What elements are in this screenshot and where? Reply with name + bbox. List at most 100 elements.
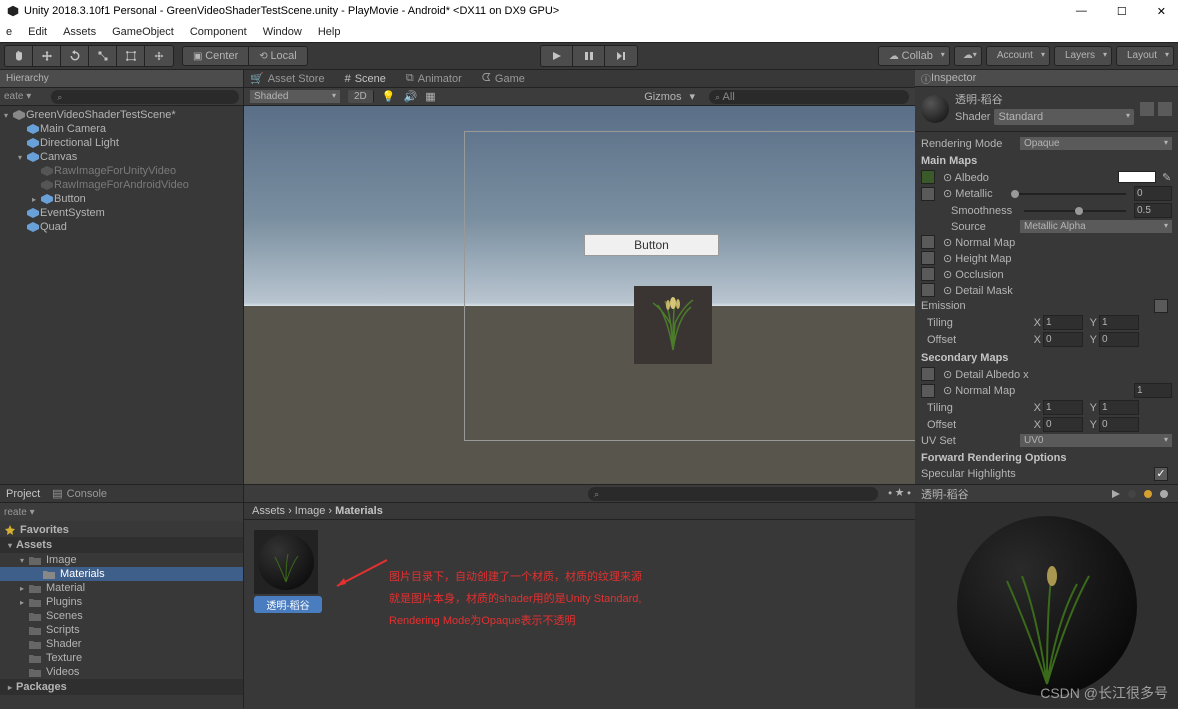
metallic-value[interactable] [1134,186,1172,201]
source-dropdown[interactable]: Metallic Alpha [1020,220,1172,233]
inspector-tab[interactable]: ⓘ Inspector [915,70,1178,87]
pause-button[interactable] [573,46,605,66]
layout-dropdown[interactable]: Layout [1116,46,1174,66]
2d-toggle[interactable]: 2D [348,90,374,103]
tree-rawimage2[interactable]: RawImageForAndroidVideo [0,178,243,192]
menu-file[interactable]: e [6,26,12,38]
tree-button[interactable]: ▸Button [0,192,243,206]
scene-search[interactable]: ⌕ All [709,90,909,104]
center-toggle[interactable]: ▣ Center [183,47,249,65]
folder-image[interactable]: ▾Image [0,553,243,567]
assets-header[interactable]: ▾Assets [0,537,243,553]
account-dropdown[interactable]: Account [986,46,1050,66]
rendering-mode-dropdown[interactable]: Opaque [1020,137,1172,150]
folder-scenes[interactable]: Scenes [0,609,243,623]
close-button[interactable]: ✕ [1151,5,1172,18]
albedo-texture[interactable] [921,170,935,184]
rotate-tool[interactable] [61,46,89,66]
move-tool[interactable] [33,46,61,66]
folder-texture[interactable]: Texture [0,651,243,665]
transform-tool[interactable] [145,46,173,66]
tree-camera[interactable]: Main Camera [0,122,243,136]
menu-gameobject[interactable]: GameObject [112,26,174,38]
play-button[interactable] [541,46,573,66]
folder-videos[interactable]: Videos [0,665,243,679]
hand-tool[interactable] [5,46,33,66]
tab-console[interactable]: ▤ Console [52,487,107,500]
tree-quad[interactable]: Quad [0,220,243,234]
hierarchy-tab[interactable]: Hierarchy [0,70,243,88]
tree-rawimage1[interactable]: RawImageForUnityVideo [0,164,243,178]
detailmask-texture[interactable] [921,283,935,297]
filter-icons[interactable]: ⬩ ★ ⬩ [888,487,911,500]
asset-material[interactable]: 透明-稻谷 [254,530,322,698]
menu-window[interactable]: Window [263,26,302,38]
bc-image[interactable]: Image [295,505,326,517]
normalmap-texture[interactable] [921,235,935,249]
hierarchy-create[interactable]: eate ▾ [4,91,31,102]
eyedropper-icon[interactable]: ✎ [1162,171,1172,184]
lighting-icon[interactable]: 💡 [382,90,396,103]
tree-canvas[interactable]: ▾Canvas [0,150,243,164]
preview-dot3-icon[interactable] [1159,489,1169,499]
scale-tool[interactable] [89,46,117,66]
tree-eventsystem[interactable]: EventSystem [0,206,243,220]
maximize-button[interactable]: ☐ [1111,5,1133,18]
offset2-y[interactable] [1099,417,1139,432]
layers-dropdown[interactable]: Layers [1054,46,1112,66]
scene-view[interactable]: Button [244,106,915,484]
heightmap-texture[interactable] [921,251,935,265]
normalmap2-texture[interactable] [921,384,935,398]
tab-project[interactable]: Project [6,488,40,500]
tab-scene[interactable]: # Scene [345,73,386,85]
folder-plugins[interactable]: ▸Plugins [0,595,243,609]
menu-assets[interactable]: Assets [63,26,96,38]
hierarchy-search[interactable]: ⌕ [51,90,239,104]
tiling-x[interactable] [1043,315,1083,330]
smoothness-slider[interactable] [1024,210,1126,212]
local-toggle[interactable]: ⟲ Local [249,47,306,65]
metallic-texture[interactable] [921,187,935,201]
detail-albedo-texture[interactable] [921,367,935,381]
collab-dropdown[interactable]: ☁ Collab [878,46,950,66]
favorites-header[interactable]: Favorites [0,523,243,537]
tab-assetstore[interactable]: 🛒 Asset Store [250,72,325,85]
project-create[interactable]: reate ▾ [4,507,35,518]
preview-dot2-icon[interactable] [1143,489,1153,499]
folder-scripts[interactable]: Scripts [0,623,243,637]
tiling2-y[interactable] [1099,400,1139,415]
normalmap2-value[interactable] [1134,383,1172,398]
tab-game[interactable]: ᗧ Game [482,72,525,85]
menu-edit[interactable]: Edit [28,26,47,38]
fx-icon[interactable]: ▦ [425,90,435,103]
offset-x[interactable] [1043,332,1083,347]
step-button[interactable] [605,46,637,66]
minimize-button[interactable]: — [1070,5,1093,18]
offset-y[interactable] [1099,332,1139,347]
folder-shader[interactable]: Shader [0,637,243,651]
occlusion-texture[interactable] [921,267,935,281]
tiling-y[interactable] [1099,315,1139,330]
preview-dot1-icon[interactable] [1127,489,1137,499]
preview-play-icon[interactable] [1111,489,1121,499]
inspector-settings-icons[interactable] [1140,102,1172,116]
menu-help[interactable]: Help [318,26,341,38]
menu-component[interactable]: Component [190,26,247,38]
emission-checkbox[interactable] [1154,299,1168,313]
packages-header[interactable]: ▸Packages [0,679,243,695]
offset2-x[interactable] [1043,417,1083,432]
audio-icon[interactable]: 🔊 [404,90,418,103]
albedo-color[interactable] [1118,171,1156,183]
specular-checkbox[interactable]: ✓ [1154,467,1168,481]
folder-materials[interactable]: Materials [0,567,243,581]
metallic-slider[interactable] [1011,193,1126,195]
preview-area[interactable] [915,503,1178,708]
shaded-dropdown[interactable]: Shaded [250,90,340,103]
gizmos-dropdown[interactable]: Gizmos [644,91,681,103]
tab-animator[interactable]: ⧉ Animator [406,72,462,85]
tree-light[interactable]: Directional Light [0,136,243,150]
rect-tool[interactable] [117,46,145,66]
tree-scene[interactable]: ▾GreenVideoShaderTestScene* [0,108,243,122]
tiling2-x[interactable] [1043,400,1083,415]
uvset-dropdown[interactable]: UV0 [1020,434,1172,447]
